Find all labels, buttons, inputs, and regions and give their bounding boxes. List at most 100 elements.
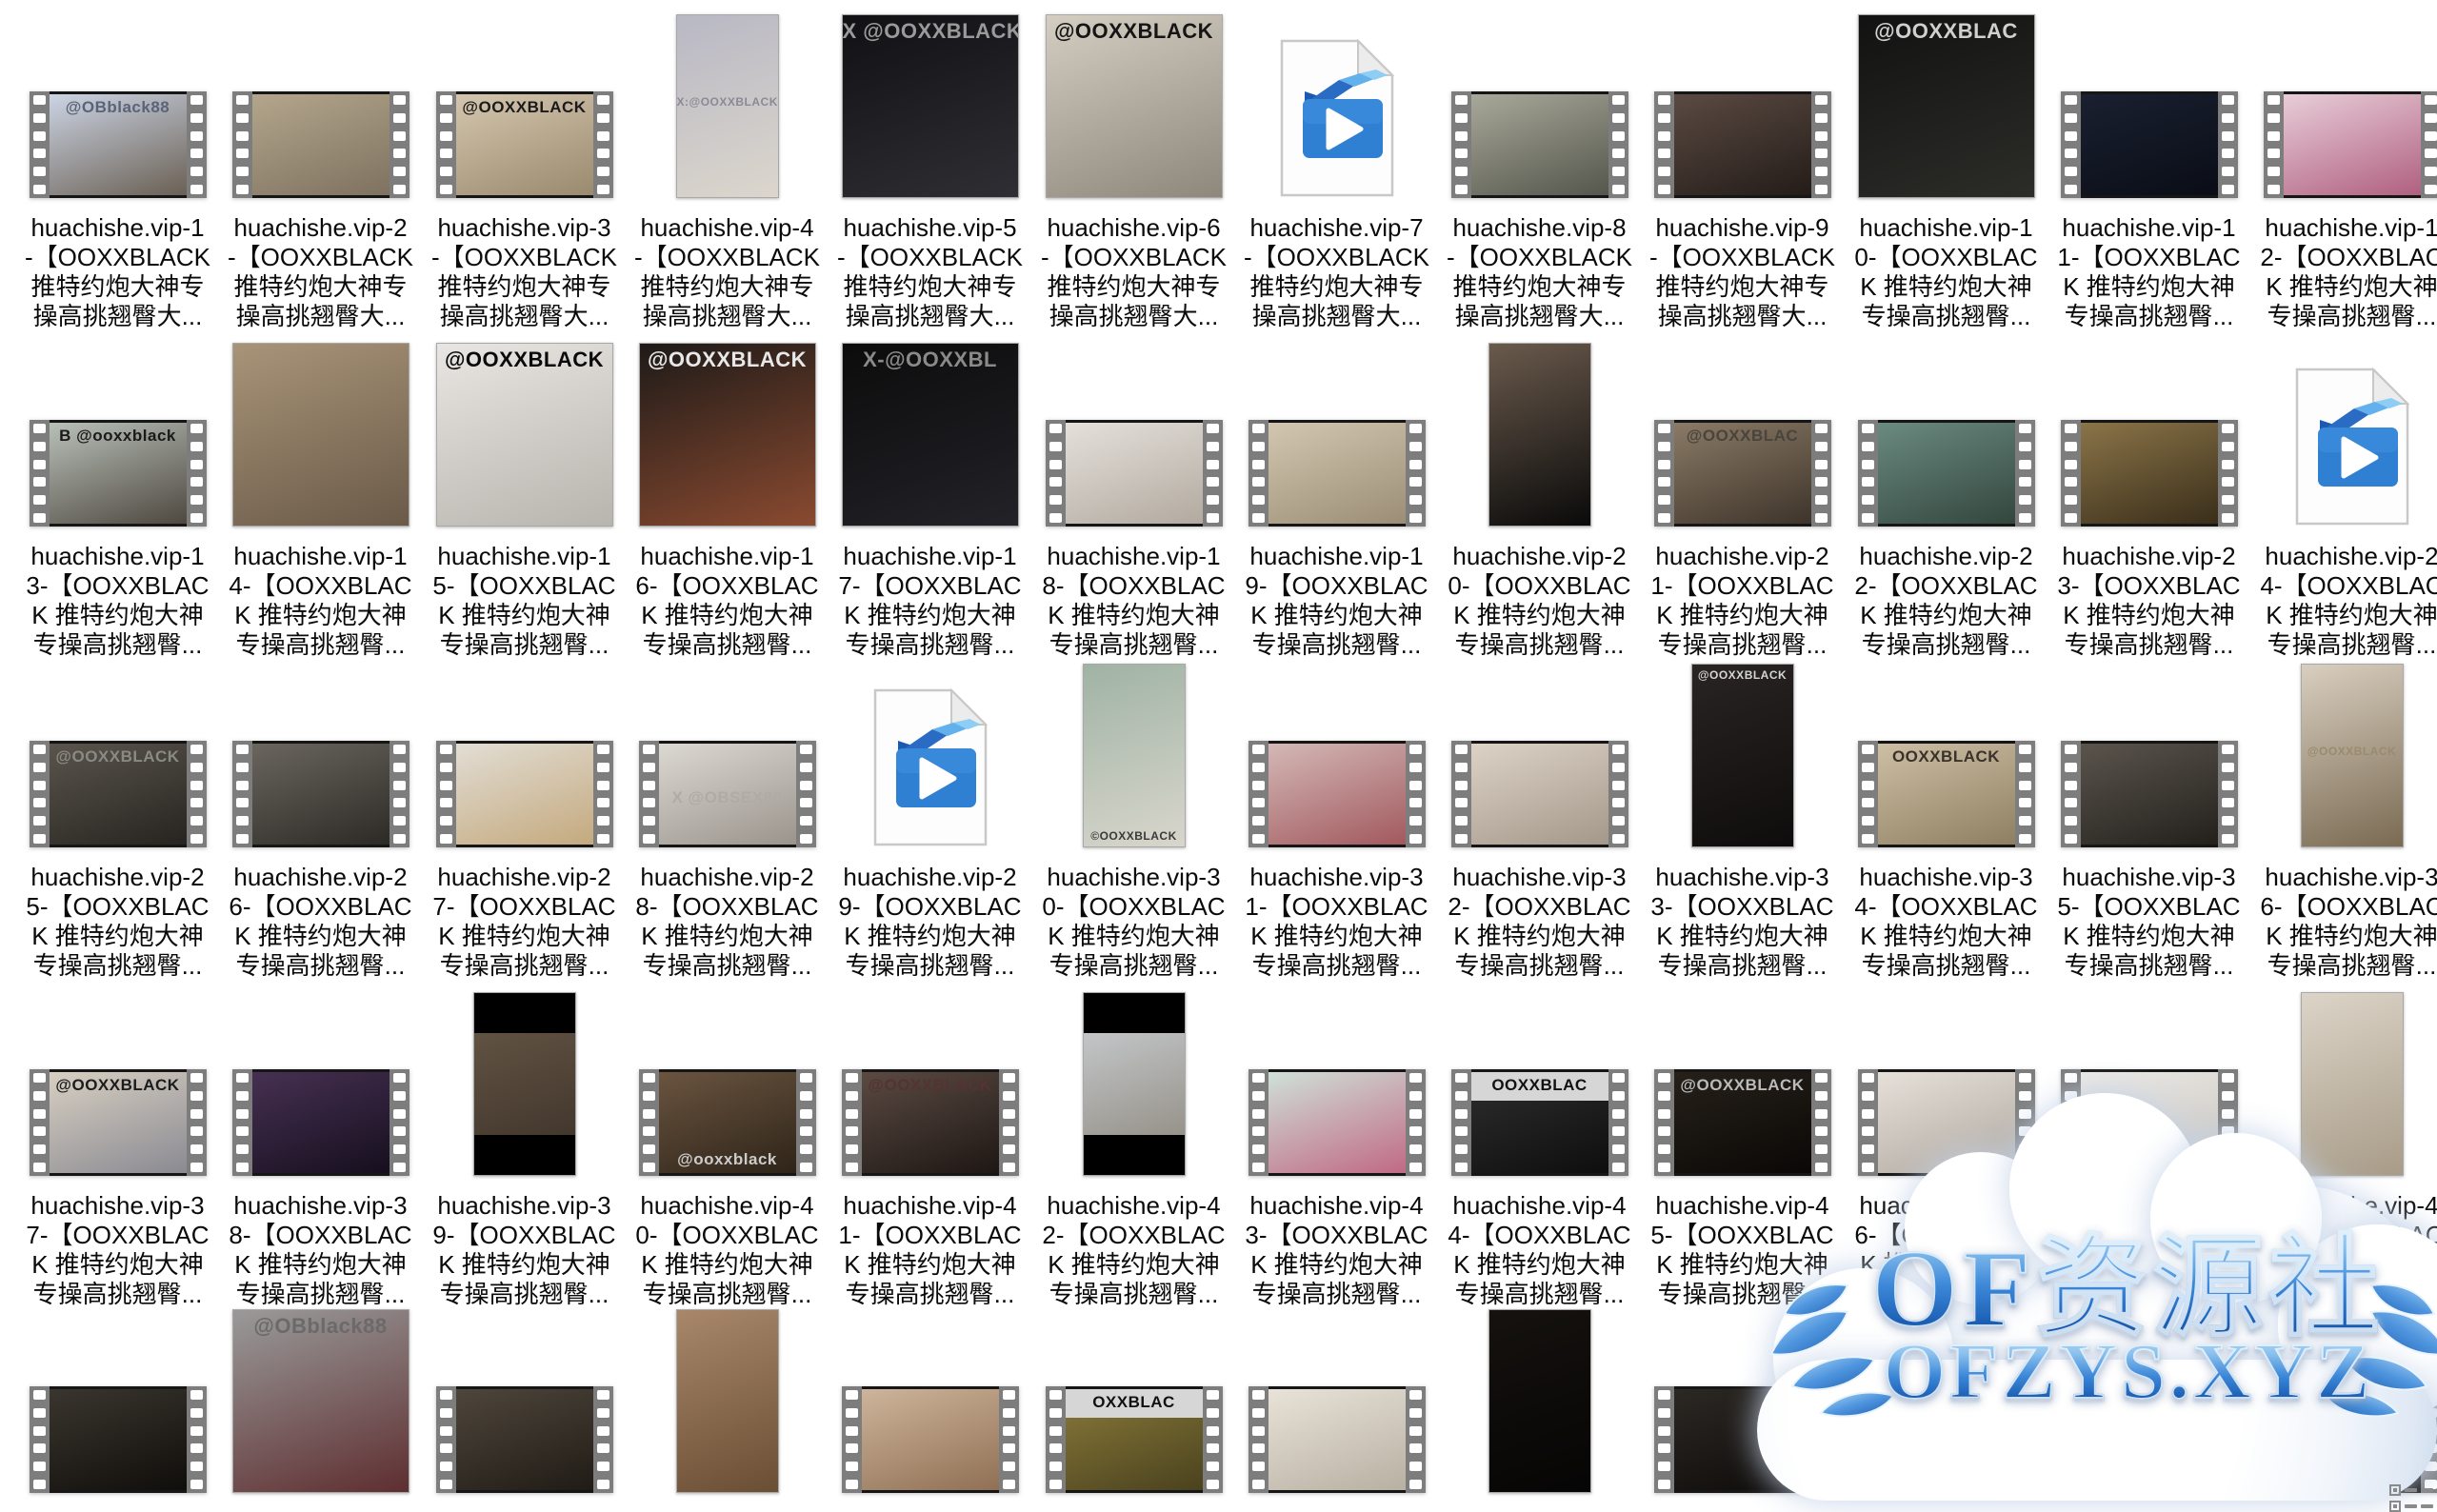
file-name-line: K 推特约炮大神: [635, 601, 818, 630]
file-name-line: K 推特约炮大神: [838, 601, 1021, 630]
file-item[interactable]: huachishe.vip-23-【OOXXBLACK 推特约炮大神专操高挑翘臀…: [2047, 340, 2250, 660]
file-item[interactable]: @ooxxblackhuachishe.vip-40-【OOXXBLACK 推特…: [626, 989, 829, 1309]
file-item[interactable]: huachishe.vip-12-【OOXXBLACK 推特约炮大神专操高挑翘臀…: [2250, 11, 2437, 331]
thumbnail-zone: [2291, 340, 2413, 527]
video-thumbnail-filmstrip: [2061, 420, 2238, 527]
file-item[interactable]: huachishe.vip-47-【OOXXBLACK 推特约炮大神专操高挑翘臀…: [2047, 989, 2250, 1309]
file-name-line: huachishe.vip-1: [635, 542, 818, 571]
file-item[interactable]: B @ooxxblackhuachishe.vip-13-【OOXXBLACK …: [16, 340, 219, 660]
file-item[interactable]: OOXXBLAChuachishe.vip-44-【OOXXBLACK 推特约炮…: [1438, 989, 1641, 1309]
file-name-line: 专操高挑翘臀...: [1448, 1280, 1630, 1309]
file-item[interactable]: @OOXXBLACKhuachishe.vip-36-【OOXXBLACK 推特…: [2250, 661, 2437, 981]
file-name-line: 推特约炮大神专: [431, 272, 617, 302]
file-item[interactable]: [2250, 1306, 2437, 1493]
file-item[interactable]: @OOXXBLAChuachishe.vip-21-【OOXXBLACK 推特约…: [1641, 340, 1844, 660]
thumbnail-band: [1084, 993, 1185, 1033]
file-item[interactable]: OOXXBLACKhuachishe.vip-34-【OOXXBLACK 推特约…: [1845, 661, 2047, 981]
file-name-line: 专操高挑翘臀...: [1042, 630, 1225, 660]
filmstrip-holes: [1811, 420, 1831, 527]
file-item[interactable]: @OOXXBLACKhuachishe.vip-33-【OOXXBLACK 推特…: [1641, 661, 1844, 981]
file-item[interactable]: X-@OOXXBLhuachishe.vip-17-【OOXXBLACK 推特约…: [829, 340, 1031, 660]
file-item[interactable]: X:@OOXXBLACKhuachishe.vip-4-【OOXXBLACK推特…: [626, 11, 829, 331]
file-item[interactable]: @OOXXBLACKhuachishe.vip-15-【OOXXBLACK 推特…: [423, 340, 626, 660]
video-thumbnail-filmstrip: [1248, 420, 1426, 527]
filmstrip-holes: [1858, 420, 1878, 527]
file-name: huachishe.vip-35-【OOXXBLACK 推特约炮大神专操高挑翘臀…: [2057, 863, 2240, 981]
file-item[interactable]: huachishe.vip-46-【OOXXBLACK 推特约炮大神专操高挑翘臀…: [1845, 989, 2047, 1309]
file-item[interactable]: @OBblack88huachishe.vip-1-【OOXXBLACK推特约炮…: [16, 11, 219, 331]
file-name: huachishe.vip-19-【OOXXBLACK 推特约炮大神专操高挑翘臀…: [1245, 542, 1428, 660]
file-item[interactable]: [1235, 1306, 1438, 1493]
file-item[interactable]: X @OBSEX88huachishe.vip-28-【OOXXBLACK 推特…: [626, 661, 829, 981]
file-item[interactable]: huachishe.vip-24-【OOXXBLACK 推特约炮大神专操高挑翘臀…: [2250, 340, 2437, 660]
file-name-line: 专操高挑翘臀...: [1650, 630, 1833, 660]
file-item[interactable]: @OBblack88: [219, 1306, 422, 1493]
file-item[interactable]: [423, 1306, 626, 1493]
file-name-line: K 推特约炮大神: [2260, 922, 2437, 951]
file-item[interactable]: @OOXXBLACKhuachishe.vip-41-【OOXXBLACK 推特…: [829, 989, 1031, 1309]
file-item[interactable]: huachishe.vip-8-【OOXXBLACK推特约炮大神专操高挑翘臀大.…: [1438, 11, 1641, 331]
file-name-line: 6-【OOXXBLAC: [1854, 1221, 2037, 1250]
file-item[interactable]: X @OOXXBLACKhuachishe.vip-5-【OOXXBLACK推特…: [829, 11, 1031, 331]
file-item[interactable]: [1438, 1306, 1641, 1493]
file-item[interactable]: huachishe.vip-18-【OOXXBLACK 推特约炮大神专操高挑翘臀…: [1032, 340, 1235, 660]
file-name-line: 专操高挑翘臀...: [838, 951, 1021, 981]
file-name-line: huachishe.vip-2: [838, 863, 1021, 892]
file-item[interactable]: @OOXXBLAChuachishe.vip-10-【OOXXBLACK 推特约…: [1845, 11, 2047, 331]
file-item[interactable]: huachishe.vip-38-【OOXXBLACK 推特约炮大神专操高挑翘臀…: [219, 989, 422, 1309]
file-item[interactable]: @OOXXBLACKhuachishe.vip-45-【OOXXBLACK 推特…: [1641, 989, 1844, 1309]
file-item[interactable]: @OOXXBLACKhuachishe.vip-37-【OOXXBLACK 推特…: [16, 989, 219, 1309]
file-name-line: 0-【OOXXBLAC: [635, 1221, 818, 1250]
file-item[interactable]: huachishe.vip-20-【OOXXBLACK 推特约炮大神专操高挑翘臀…: [1438, 340, 1641, 660]
filmstrip-holes: [1608, 91, 1628, 198]
file-item[interactable]: huachishe.vip-9-【OOXXBLACK推特约炮大神专操高挑翘臀大.…: [1641, 11, 1844, 331]
file-name: huachishe.vip-3-【OOXXBLACK推特约炮大神专操高挑翘臀大.…: [431, 213, 617, 331]
file-item[interactable]: huachishe.vip-14-【OOXXBLACK 推特约炮大神专操高挑翘臀…: [219, 340, 422, 660]
file-item[interactable]: [1845, 1306, 2047, 1493]
file-item[interactable]: huachishe.vip-11-【OOXXBLACK 推特约炮大神专操高挑翘臀…: [2047, 11, 2250, 331]
file-item[interactable]: huachishe.vip-19-【OOXXBLACK 推特约炮大神专操高挑翘臀…: [1235, 340, 1438, 660]
file-item[interactable]: huachishe.vip-29-【OOXXBLACK 推特约炮大神专操高挑翘臀…: [829, 661, 1031, 981]
file-item[interactable]: ©OOXXBLACKhuachishe.vip-30-【OOXXBLACK 推特…: [1032, 661, 1235, 981]
file-item[interactable]: OXXBLAC: [1032, 1306, 1235, 1493]
video-frame: [1674, 91, 1811, 198]
file-item[interactable]: [16, 1306, 219, 1493]
file-name: huachishe.vip-13-【OOXXBLACK 推特约炮大神专操高挑翘臀…: [26, 542, 209, 660]
file-name: huachishe.vip-48-【OOXXBLACK 推特约炮大神专操高挑翘臀…: [2260, 1191, 2437, 1309]
file-item[interactable]: @OOXXBLACKhuachishe.vip-16-【OOXXBLACK 推特…: [626, 340, 829, 660]
file-name-line: huachishe.vip-1: [1854, 213, 2037, 243]
list-view-widget-icon[interactable]: [2389, 1484, 2433, 1512]
file-item[interactable]: huachishe.vip-35-【OOXXBLACK 推特约炮大神专操高挑翘臀…: [2047, 661, 2250, 981]
file-item[interactable]: huachishe.vip-27-【OOXXBLACK 推特约炮大神专操高挑翘臀…: [423, 661, 626, 981]
file-item[interactable]: huachishe.vip-2-【OOXXBLACK推特约炮大神专操高挑翘臀大.…: [219, 11, 422, 331]
file-item[interactable]: @OOXXBLACKhuachishe.vip-3-【OOXXBLACK推特约炮…: [423, 11, 626, 331]
file-name: huachishe.vip-10-【OOXXBLACK 推特约炮大神专操高挑翘臀…: [1854, 213, 2037, 331]
file-name-line: 2-【OOXXBLAC: [2260, 243, 2437, 272]
thumbnail-zone: [232, 340, 409, 527]
file-item[interactable]: huachishe.vip-31-【OOXXBLACK 推特约炮大神专操高挑翘臀…: [1235, 661, 1438, 981]
file-name: huachishe.vip-38-【OOXXBLACK 推特约炮大神专操高挑翘臀…: [229, 1191, 411, 1309]
file-item[interactable]: huachishe.vip-39-【OOXXBLACK 推特约炮大神专操高挑翘臀…: [423, 989, 626, 1309]
video-thumbnail-filmstrip: OOXXBLAC: [1451, 1069, 1628, 1176]
file-name-line: 专操高挑翘臀...: [1854, 951, 2037, 981]
file-name-line: huachishe.vip-9: [1649, 213, 1835, 243]
file-item[interactable]: @OOXXBLACKhuachishe.vip-25-【OOXXBLACK 推特…: [16, 661, 219, 981]
filmstrip-holes: [842, 1386, 862, 1493]
file-item[interactable]: huachishe.vip-22-【OOXXBLACK 推特约炮大神专操高挑翘臀…: [1845, 340, 2047, 660]
file-name: huachishe.vip-47-【OOXXBLACK 推特约炮大神专操高挑翘臀…: [2057, 1191, 2240, 1309]
file-item[interactable]: huachishe.vip-26-【OOXXBLACK 推特约炮大神专操高挑翘臀…: [219, 661, 422, 981]
file-item[interactable]: huachishe.vip-32-【OOXXBLACK 推特约炮大神专操高挑翘臀…: [1438, 661, 1641, 981]
file-item[interactable]: [2047, 1306, 2250, 1493]
file-item[interactable]: huachishe.vip-7-【OOXXBLACK推特约炮大神专操高挑翘臀大.…: [1235, 11, 1438, 331]
file-item[interactable]: @OOXXBLACKhuachishe.vip-6-【OOXXBLACK推特约炮…: [1032, 11, 1235, 331]
file-item[interactable]: huachishe.vip-48-【OOXXBLACK 推特约炮大神专操高挑翘臀…: [2250, 989, 2437, 1309]
thumbnail-zone: @OBblack88: [232, 1306, 409, 1493]
file-name-line: 专操高挑翘臀...: [2057, 951, 2240, 981]
video-thumbnail-filmstrip: @OBblack88: [30, 91, 207, 198]
video-frame: [50, 1386, 187, 1493]
file-item[interactable]: huachishe.vip-43-【OOXXBLACK 推特约炮大神专操高挑翘臀…: [1235, 989, 1438, 1309]
file-item[interactable]: [1641, 1306, 1844, 1493]
file-item[interactable]: [829, 1306, 1031, 1493]
file-item[interactable]: [626, 1306, 829, 1493]
file-item[interactable]: huachishe.vip-42-【OOXXBLACK 推特约炮大神专操高挑翘臀…: [1032, 989, 1235, 1309]
